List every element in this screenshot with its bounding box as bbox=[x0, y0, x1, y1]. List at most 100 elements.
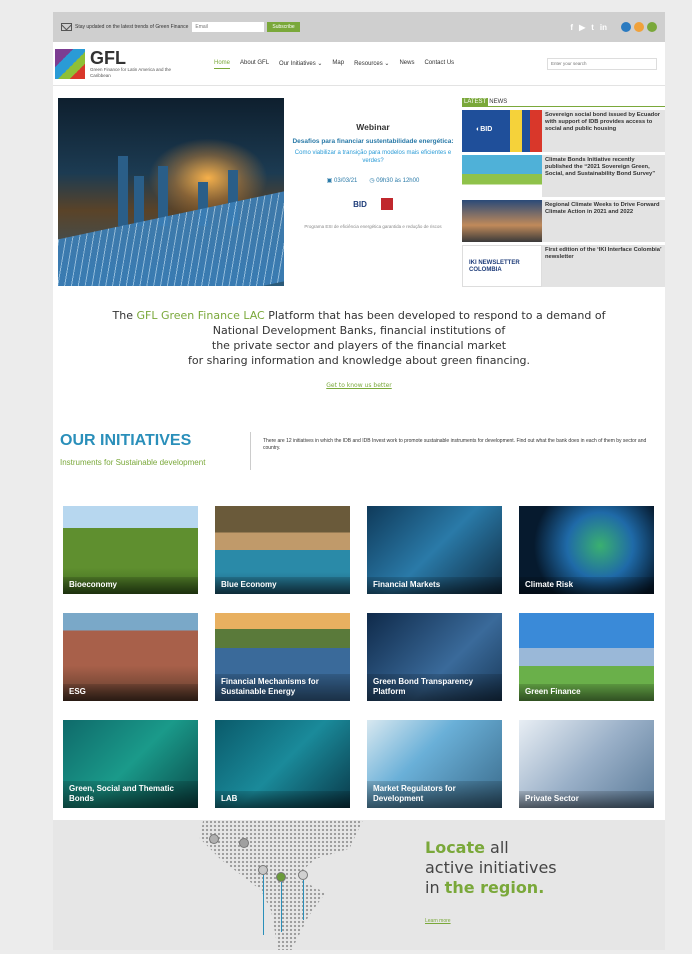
tile-green-finance[interactable]: Green Finance bbox=[519, 613, 654, 701]
tile-label: Blue Economy bbox=[215, 577, 350, 594]
news-title: Sovereign social bond issued by Ecuador … bbox=[545, 112, 661, 132]
news-title: Regional Climate Weeks to Drive Forward … bbox=[545, 202, 660, 215]
bid-logo: BID bbox=[353, 199, 367, 209]
gfl-logo-icon[interactable] bbox=[55, 48, 85, 79]
tile-climate-risk[interactable]: Climate Risk bbox=[519, 506, 654, 594]
webinar-time: ◷ 09h30 às 12h00 bbox=[369, 178, 420, 184]
site-header: GFL Green Finance for Latin America and … bbox=[53, 42, 665, 86]
linkedin-icon[interactable]: in bbox=[600, 23, 607, 32]
partner-logo-icon bbox=[380, 198, 393, 210]
tile-financial-mechanisms[interactable]: Financial Mechanisms for Sustainable Ene… bbox=[215, 613, 350, 701]
tile-lab[interactable]: LAB bbox=[215, 720, 350, 808]
learn-more-link[interactable]: Learn more bbox=[425, 918, 451, 924]
youtube-icon[interactable]: ▶ bbox=[579, 23, 585, 32]
news-thumbnail: ◐BID bbox=[462, 110, 542, 152]
webinar-date: ▣ 03/03/21 bbox=[326, 178, 358, 184]
news-item[interactable]: IKI NEWSLETTER COLOMBIA First edition of… bbox=[462, 245, 665, 287]
hero-city-solar-image[interactable] bbox=[58, 98, 284, 286]
map-pin-line bbox=[281, 882, 282, 932]
language-circle-icon[interactable] bbox=[647, 22, 657, 32]
map-pin-icon[interactable] bbox=[209, 834, 219, 844]
map-pin-icon[interactable] bbox=[298, 870, 308, 880]
map-pin-icon[interactable] bbox=[239, 838, 249, 848]
nav-contact[interactable]: Contact Us bbox=[424, 60, 454, 69]
language-circle-icon[interactable] bbox=[634, 22, 644, 32]
news-item[interactable]: ◐BID Sovereign social bond issued by Ecu… bbox=[462, 110, 665, 152]
webinar-program: Programa ESI de eficiência energética ga… bbox=[304, 224, 442, 229]
page-frame: Stay updated on the latest trends of Gre… bbox=[53, 12, 665, 950]
logo-title: GFL bbox=[90, 48, 126, 68]
news-item[interactable]: Climate Bonds Initiative recently publis… bbox=[462, 155, 665, 197]
tile-market-regulators[interactable]: Market Regulators for Development bbox=[367, 720, 502, 808]
webinar-banner[interactable]: Webinar Desafios para financiar sustenta… bbox=[288, 98, 458, 286]
latest-news: LATEST NEWS ◐BID Sovereign social bond i… bbox=[462, 97, 665, 287]
tile-blue-economy[interactable]: Blue Economy bbox=[215, 506, 350, 594]
map-pin-icon[interactable] bbox=[276, 872, 286, 882]
nav-news[interactable]: News bbox=[399, 60, 414, 69]
initiatives-subtitle: Instruments for Sustainable development bbox=[60, 458, 206, 467]
tile-esg[interactable]: ESG bbox=[63, 613, 198, 701]
map-heading: Locate all active initiatives in the reg… bbox=[425, 838, 557, 897]
map-pin-line bbox=[303, 880, 304, 920]
news-title: First edition of the ‘IKI Interface Colo… bbox=[545, 247, 662, 260]
tile-green-bond-transparency[interactable]: Green Bond Transparency Platform bbox=[367, 613, 502, 701]
newsletter-bar: Stay updated on the latest trends of Gre… bbox=[53, 12, 665, 42]
tile-financial-markets[interactable]: Financial Markets bbox=[367, 506, 502, 594]
intro-line-2: National Development Banks, financial in… bbox=[212, 324, 506, 337]
webinar-schedule: ▣ 03/03/21 ◷ 09h30 às 12h00 bbox=[288, 177, 458, 184]
mail-icon bbox=[61, 23, 72, 31]
tile-label: ESG bbox=[63, 684, 198, 701]
news-thumbnail bbox=[462, 200, 542, 242]
logo-text[interactable]: GFL Green Finance for Latin America and … bbox=[90, 49, 180, 78]
intro-line-4: for sharing information and knowledge ab… bbox=[187, 354, 531, 367]
webinar-subtitle: Desafios para financiar sustentabilidade… bbox=[292, 138, 454, 145]
about-link[interactable]: Get to know us better bbox=[53, 378, 665, 393]
news-thumbnail: IKI NEWSLETTER COLOMBIA bbox=[462, 245, 542, 287]
twitter-icon[interactable]: t bbox=[591, 23, 594, 32]
nav-map[interactable]: Map bbox=[332, 60, 344, 69]
social-links: f ▶ t in bbox=[570, 22, 657, 32]
logo-subtitle: Green Finance for Latin America and the … bbox=[90, 67, 172, 78]
newsletter-thumb-label: IKI NEWSLETTER COLOMBIA bbox=[469, 260, 520, 273]
tile-private-sector[interactable]: Private Sector bbox=[519, 720, 654, 808]
nav-home[interactable]: Home bbox=[214, 60, 231, 69]
initiatives-grid: Bioeconomy Blue Economy Financial Market… bbox=[63, 506, 655, 808]
tile-bioeconomy[interactable]: Bioeconomy bbox=[63, 506, 198, 594]
tile-label: Financial Mechanisms for Sustainable Ene… bbox=[215, 674, 350, 701]
email-input[interactable] bbox=[192, 22, 265, 32]
subscribe-button[interactable]: Subscribe bbox=[267, 22, 300, 32]
map-section: Locate all active initiatives in the reg… bbox=[53, 820, 665, 950]
webinar-logos: BID bbox=[288, 198, 458, 210]
news-item[interactable]: Regional Climate Weeks to Drive Forward … bbox=[462, 200, 665, 242]
main-nav: Home About GFL Our Initiatives ⌄ Map Res… bbox=[214, 60, 454, 69]
intro-line-1: The GFL Green Finance LAC Platform that … bbox=[112, 309, 606, 322]
tile-label: Green Finance bbox=[519, 684, 654, 701]
tile-green-social-thematic-bonds[interactable]: Green, Social and Thematic Bonds bbox=[63, 720, 198, 808]
news-heading: LATEST NEWS bbox=[462, 97, 665, 107]
language-circle-icon[interactable] bbox=[621, 22, 631, 32]
tile-label: LAB bbox=[215, 791, 350, 808]
tile-label: Bioeconomy bbox=[63, 577, 198, 594]
newsletter-text: Stay updated on the latest trends of Gre… bbox=[75, 24, 189, 30]
tile-label: Green, Social and Thematic Bonds bbox=[63, 781, 198, 808]
map-pin-icon[interactable] bbox=[258, 865, 268, 875]
nav-initiatives[interactable]: Our Initiatives ⌄ bbox=[279, 60, 322, 69]
nav-about[interactable]: About GFL bbox=[240, 60, 269, 69]
webinar-title: Webinar bbox=[356, 122, 390, 132]
divider bbox=[250, 432, 251, 470]
nav-resources[interactable]: Resources ⌄ bbox=[354, 60, 389, 69]
intro-line-3: the private sector and players of the fi… bbox=[211, 339, 507, 352]
initiatives-title: OUR INITIATIVES bbox=[60, 432, 192, 449]
webinar-question: Como viabilizar a transição para modelos… bbox=[294, 150, 452, 164]
tile-label: Private Sector bbox=[519, 791, 654, 808]
facebook-icon[interactable]: f bbox=[570, 23, 573, 32]
map-pin-line bbox=[263, 875, 264, 935]
search-input[interactable] bbox=[547, 57, 657, 70]
tile-label: Financial Markets bbox=[367, 577, 502, 594]
bid-logo-icon: ◐BID bbox=[476, 126, 493, 133]
news-thumbnail bbox=[462, 155, 542, 197]
platform-name: GFL Green Finance LAC bbox=[136, 309, 265, 322]
tile-label: Green Bond Transparency Platform bbox=[367, 674, 502, 701]
intro-text: The GFL Green Finance LAC Platform that … bbox=[53, 308, 665, 393]
initiatives-description: There are 12 initiatives in which the ID… bbox=[263, 438, 647, 451]
